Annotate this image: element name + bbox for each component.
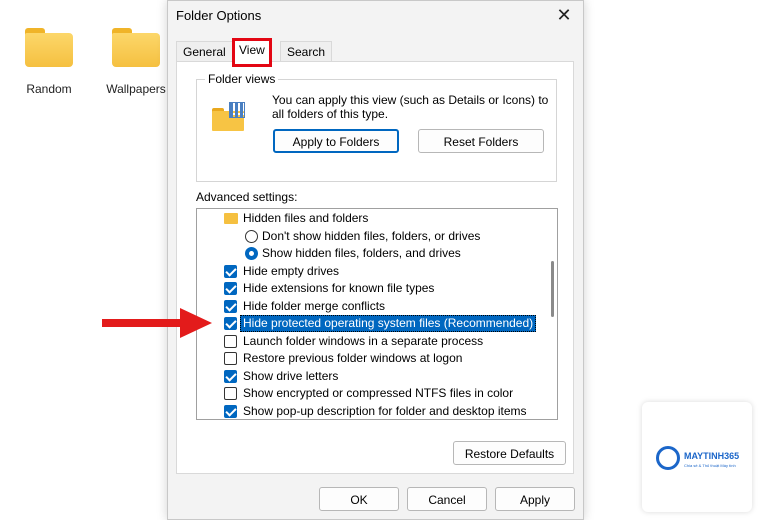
view-tab-panel: Folder views You can apply this view (su… (176, 61, 574, 474)
checkbox-show-popup-description[interactable]: Show pop-up description for folder and d… (197, 403, 537, 419)
checkbox[interactable] (224, 265, 237, 278)
advanced-settings-list[interactable]: Hidden files and folders Don't show hidd… (196, 208, 558, 420)
close-icon[interactable]: ✕ (551, 3, 577, 27)
scrollbar-thumb[interactable] (551, 261, 554, 317)
checkbox-restore-previous-windows[interactable]: Restore previous folder windows at logon (197, 350, 537, 367)
list-item-hidden-files-folders: Hidden files and folders (197, 210, 537, 227)
tab-general[interactable]: General (176, 41, 233, 62)
list-item-label: Hide folder merge conflicts (243, 299, 386, 313)
list-item-label: Show encrypted or compressed NTFS files … (243, 386, 514, 400)
folder-views-description: You can apply this view (such as Details… (272, 93, 549, 121)
list-item-label: Don't show hidden files, folders, or dri… (262, 229, 481, 243)
apply-to-folders-button[interactable]: Apply to Folders (273, 129, 399, 153)
tab-search[interactable]: Search (280, 41, 333, 62)
checkbox-launch-separate-process[interactable]: Launch folder windows in a separate proc… (197, 333, 537, 350)
folder-icon (112, 28, 160, 68)
checkbox[interactable] (224, 282, 237, 295)
cancel-button[interactable]: Cancel (407, 487, 487, 511)
tab-view[interactable]: View (232, 38, 272, 67)
checkbox-hide-protected-os-files[interactable]: Hide protected operating system files (R… (197, 315, 537, 332)
folder-icon (224, 213, 238, 224)
checkbox[interactable] (224, 352, 237, 365)
folder-icon (25, 28, 73, 68)
radio-button[interactable] (245, 230, 258, 243)
checkbox[interactable] (224, 370, 237, 383)
globe-icon (656, 446, 680, 470)
watermark-tagline: Chia sẻ & Thủ thuật Máy tính (684, 463, 736, 468)
checkbox[interactable] (224, 317, 237, 330)
list-item-label: Launch folder windows in a separate proc… (243, 334, 484, 348)
checkbox[interactable] (224, 387, 237, 400)
dialog-title: Folder Options (176, 8, 262, 23)
desktop-folder-label: Wallpapers (106, 82, 166, 96)
radio-dont-show-hidden[interactable]: Don't show hidden files, folders, or dri… (197, 228, 537, 245)
checkbox-hide-empty-drives[interactable]: Hide empty drives (197, 263, 537, 280)
red-arrow-icon (102, 308, 212, 338)
list-item-label: Hide empty drives (243, 264, 340, 278)
advanced-settings-label: Advanced settings: (196, 190, 298, 204)
checkbox[interactable] (224, 405, 237, 418)
watermark-brand: MAYTINH365 (684, 451, 740, 461)
desktop-folder-label: Random (26, 82, 72, 96)
list-item-label: Show drive letters (243, 369, 339, 383)
reset-folders-button[interactable]: Reset Folders (418, 129, 544, 153)
folder-view-icon (212, 102, 248, 132)
checkbox-hide-extensions[interactable]: Hide extensions for known file types (197, 280, 537, 297)
list-item-label: Hide protected operating system files (R… (240, 315, 537, 332)
radio-show-hidden[interactable]: Show hidden files, folders, and drives (197, 245, 537, 262)
title-bar: Folder Options ✕ (168, 1, 583, 31)
desktop-folder-random[interactable]: Random (9, 28, 89, 96)
list-scrollbar[interactable] (551, 213, 555, 413)
watermark-logo: MAYTINH365 Chia sẻ & Thủ thuật Máy tính (642, 402, 752, 512)
checkbox[interactable] (224, 300, 237, 313)
checkbox[interactable] (224, 335, 237, 348)
checkbox-show-drive-letters[interactable]: Show drive letters (197, 368, 537, 385)
list-item-label: Hide extensions for known file types (243, 281, 435, 295)
apply-button[interactable]: Apply (495, 487, 575, 511)
restore-defaults-button[interactable]: Restore Defaults (453, 441, 566, 465)
list-item-label: Show hidden files, folders, and drives (262, 246, 461, 260)
folder-views-group: Folder views You can apply this view (su… (196, 72, 557, 182)
desktop-folder-wallpapers[interactable]: Wallpapers (96, 28, 176, 96)
folder-options-dialog: Folder Options ✕ General View Search Fol… (167, 0, 584, 520)
list-item-label: Show pop-up description for folder and d… (243, 404, 527, 418)
ok-button[interactable]: OK (319, 487, 399, 511)
folder-views-legend: Folder views (205, 72, 279, 86)
checkbox-hide-merge-conflicts[interactable]: Hide folder merge conflicts (197, 298, 537, 315)
radio-button[interactable] (245, 247, 258, 260)
list-item-label: Restore previous folder windows at logon (243, 351, 463, 365)
list-item-label: Hidden files and folders (243, 211, 369, 225)
checkbox-show-encrypted-color[interactable]: Show encrypted or compressed NTFS files … (197, 385, 537, 402)
